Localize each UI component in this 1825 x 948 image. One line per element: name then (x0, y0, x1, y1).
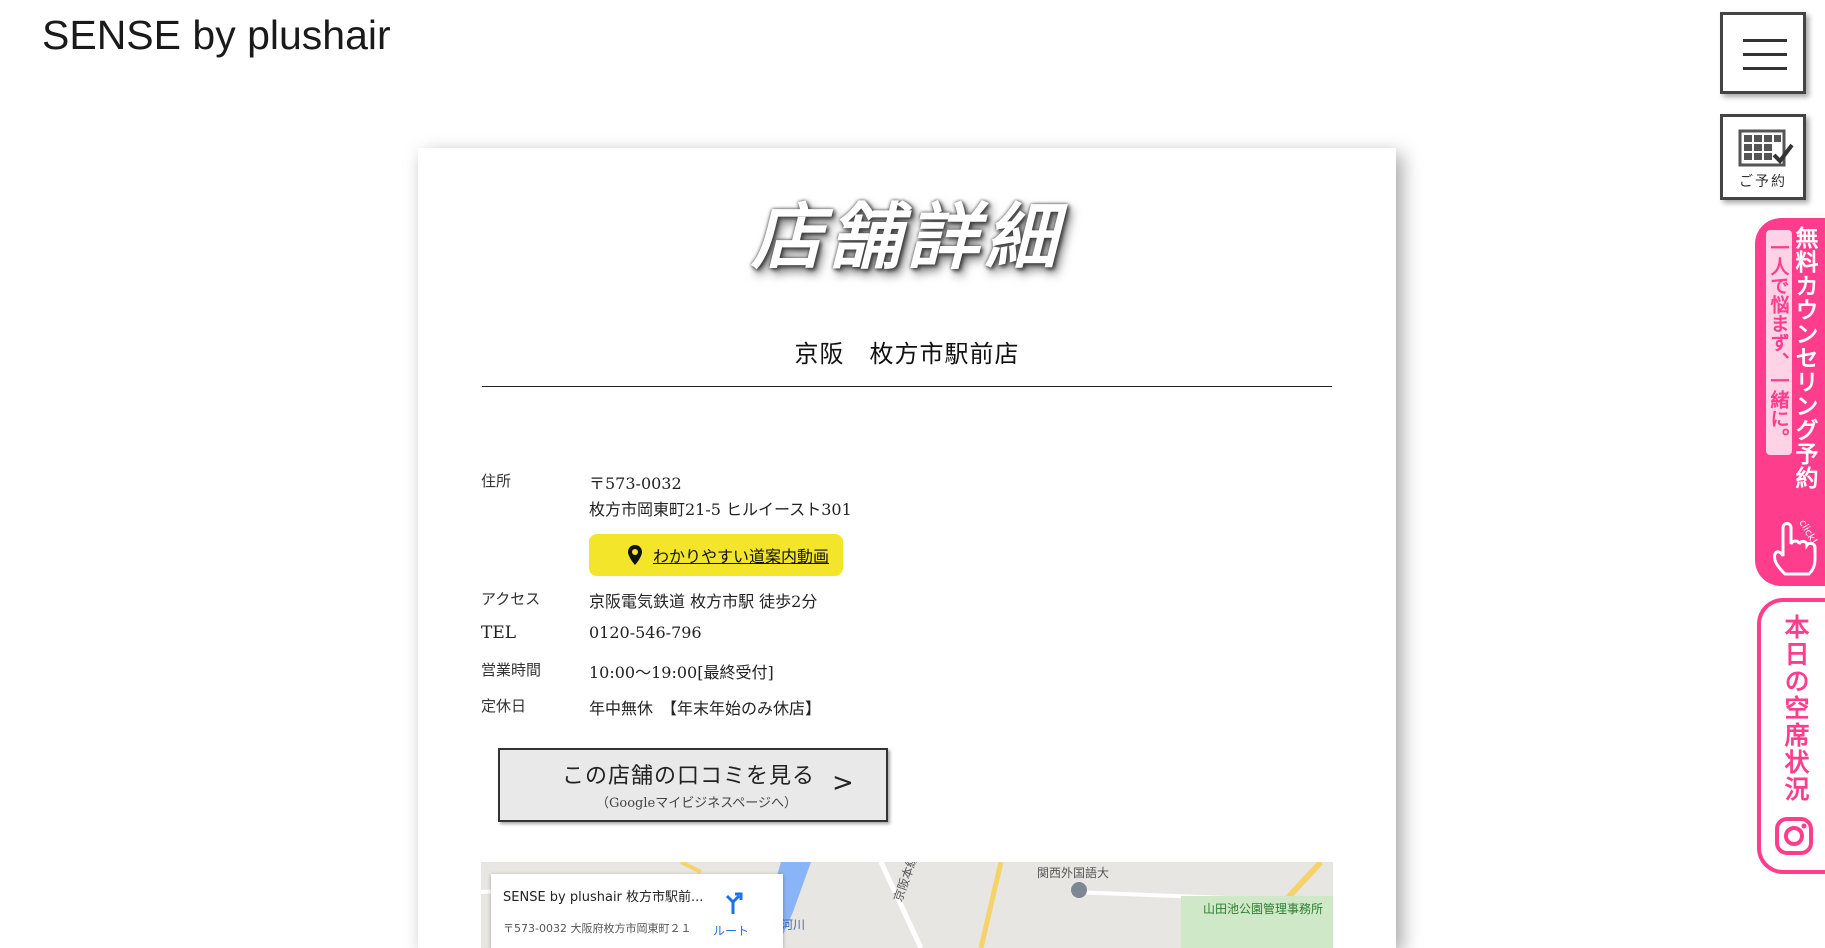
directions-video-label: わかりやすい道案内動画 (653, 547, 830, 566)
tel-label: TEL (481, 623, 517, 643)
counseling-label: 無料カウンセリング予約 (1791, 226, 1817, 490)
vacancy-label: 本日の空席状況 (1781, 614, 1810, 803)
divider (482, 386, 1332, 387)
reservation-label: ご予約 (1739, 174, 1787, 190)
hamburger-menu-icon (1743, 53, 1787, 56)
address-label: 住所 (481, 472, 512, 490)
store-detail-card: 店舗詳細 京阪 枚方市駅前店 住所 〒573-0032 枚方市岡東町21-5 ヒ… (418, 148, 1396, 948)
google-reviews-button[interactable]: この店舗の口コミを見る （Googleマイビジネスページへ） > (498, 748, 888, 822)
pointing-hand-icon: click! (1773, 518, 1819, 576)
directions-video-button[interactable]: わかりやすい道案内動画 (589, 534, 843, 576)
holiday-value: 年中無休 【年末年始のみ休店】 (589, 699, 822, 718)
postal-code: 〒573-0032 (589, 474, 682, 493)
access-label: アクセス (481, 590, 541, 608)
hamburger-menu-icon (1743, 67, 1787, 70)
map-label-university: 関西外国語大 (1037, 866, 1110, 880)
reviews-label: この店舗の口コミを見る (562, 764, 816, 789)
map-route-link[interactable]: ルート (713, 922, 749, 939)
chevron-right-icon: > (832, 768, 854, 798)
free-counseling-button[interactable]: 一人で悩まず、一緒に。 無料カウンセリング予約 click! (1755, 218, 1825, 586)
access-value: 京阪電気鉄道 枚方市駅 徒歩2分 (589, 592, 818, 611)
map-label-park: 山田池公園管理事務所 (1203, 902, 1324, 916)
map-label-river: 河川 (781, 918, 806, 932)
embedded-map[interactable]: 関西外国語大 山田池公園管理事務所 河川 京阪本線 SENSE by plush… (481, 862, 1333, 948)
reviews-sublabel: （Googleマイビジネスページへ） (596, 796, 798, 811)
page-title: 店舗詳細 (750, 194, 1063, 279)
tel-value[interactable]: 0120-546-796 (589, 623, 702, 642)
site-logo[interactable]: SENSE by plushair (42, 12, 391, 59)
hours-value: 10:00〜19:00[最終受付] (589, 663, 774, 682)
map-pin-icon (628, 545, 642, 565)
hamburger-menu-button[interactable] (1720, 12, 1806, 94)
hamburger-menu-icon (1743, 39, 1787, 42)
reservation-button[interactable]: ご予約 (1720, 114, 1806, 200)
store-name: 京阪 枚方市駅前店 (794, 340, 1020, 368)
map-place-name: SENSE by plushair 枚方市駅前... (503, 890, 704, 905)
directions-icon[interactable] (723, 892, 743, 914)
hours-label: 営業時間 (481, 661, 542, 679)
holiday-label: 定休日 (481, 697, 527, 715)
map-place-address: 〒573-0032 大阪府枚方市岡東町２１ (503, 922, 692, 935)
calendar-check-icon (1738, 129, 1794, 167)
address-value: 枚方市岡東町21-5 ヒルイースト301 (589, 500, 852, 519)
todays-vacancy-button[interactable]: 本日の空席状況 (1757, 598, 1825, 874)
instagram-icon (1775, 817, 1813, 855)
map-place-card[interactable]: SENSE by plushair 枚方市駅前... 〒573-0032 大阪府… (491, 874, 783, 948)
